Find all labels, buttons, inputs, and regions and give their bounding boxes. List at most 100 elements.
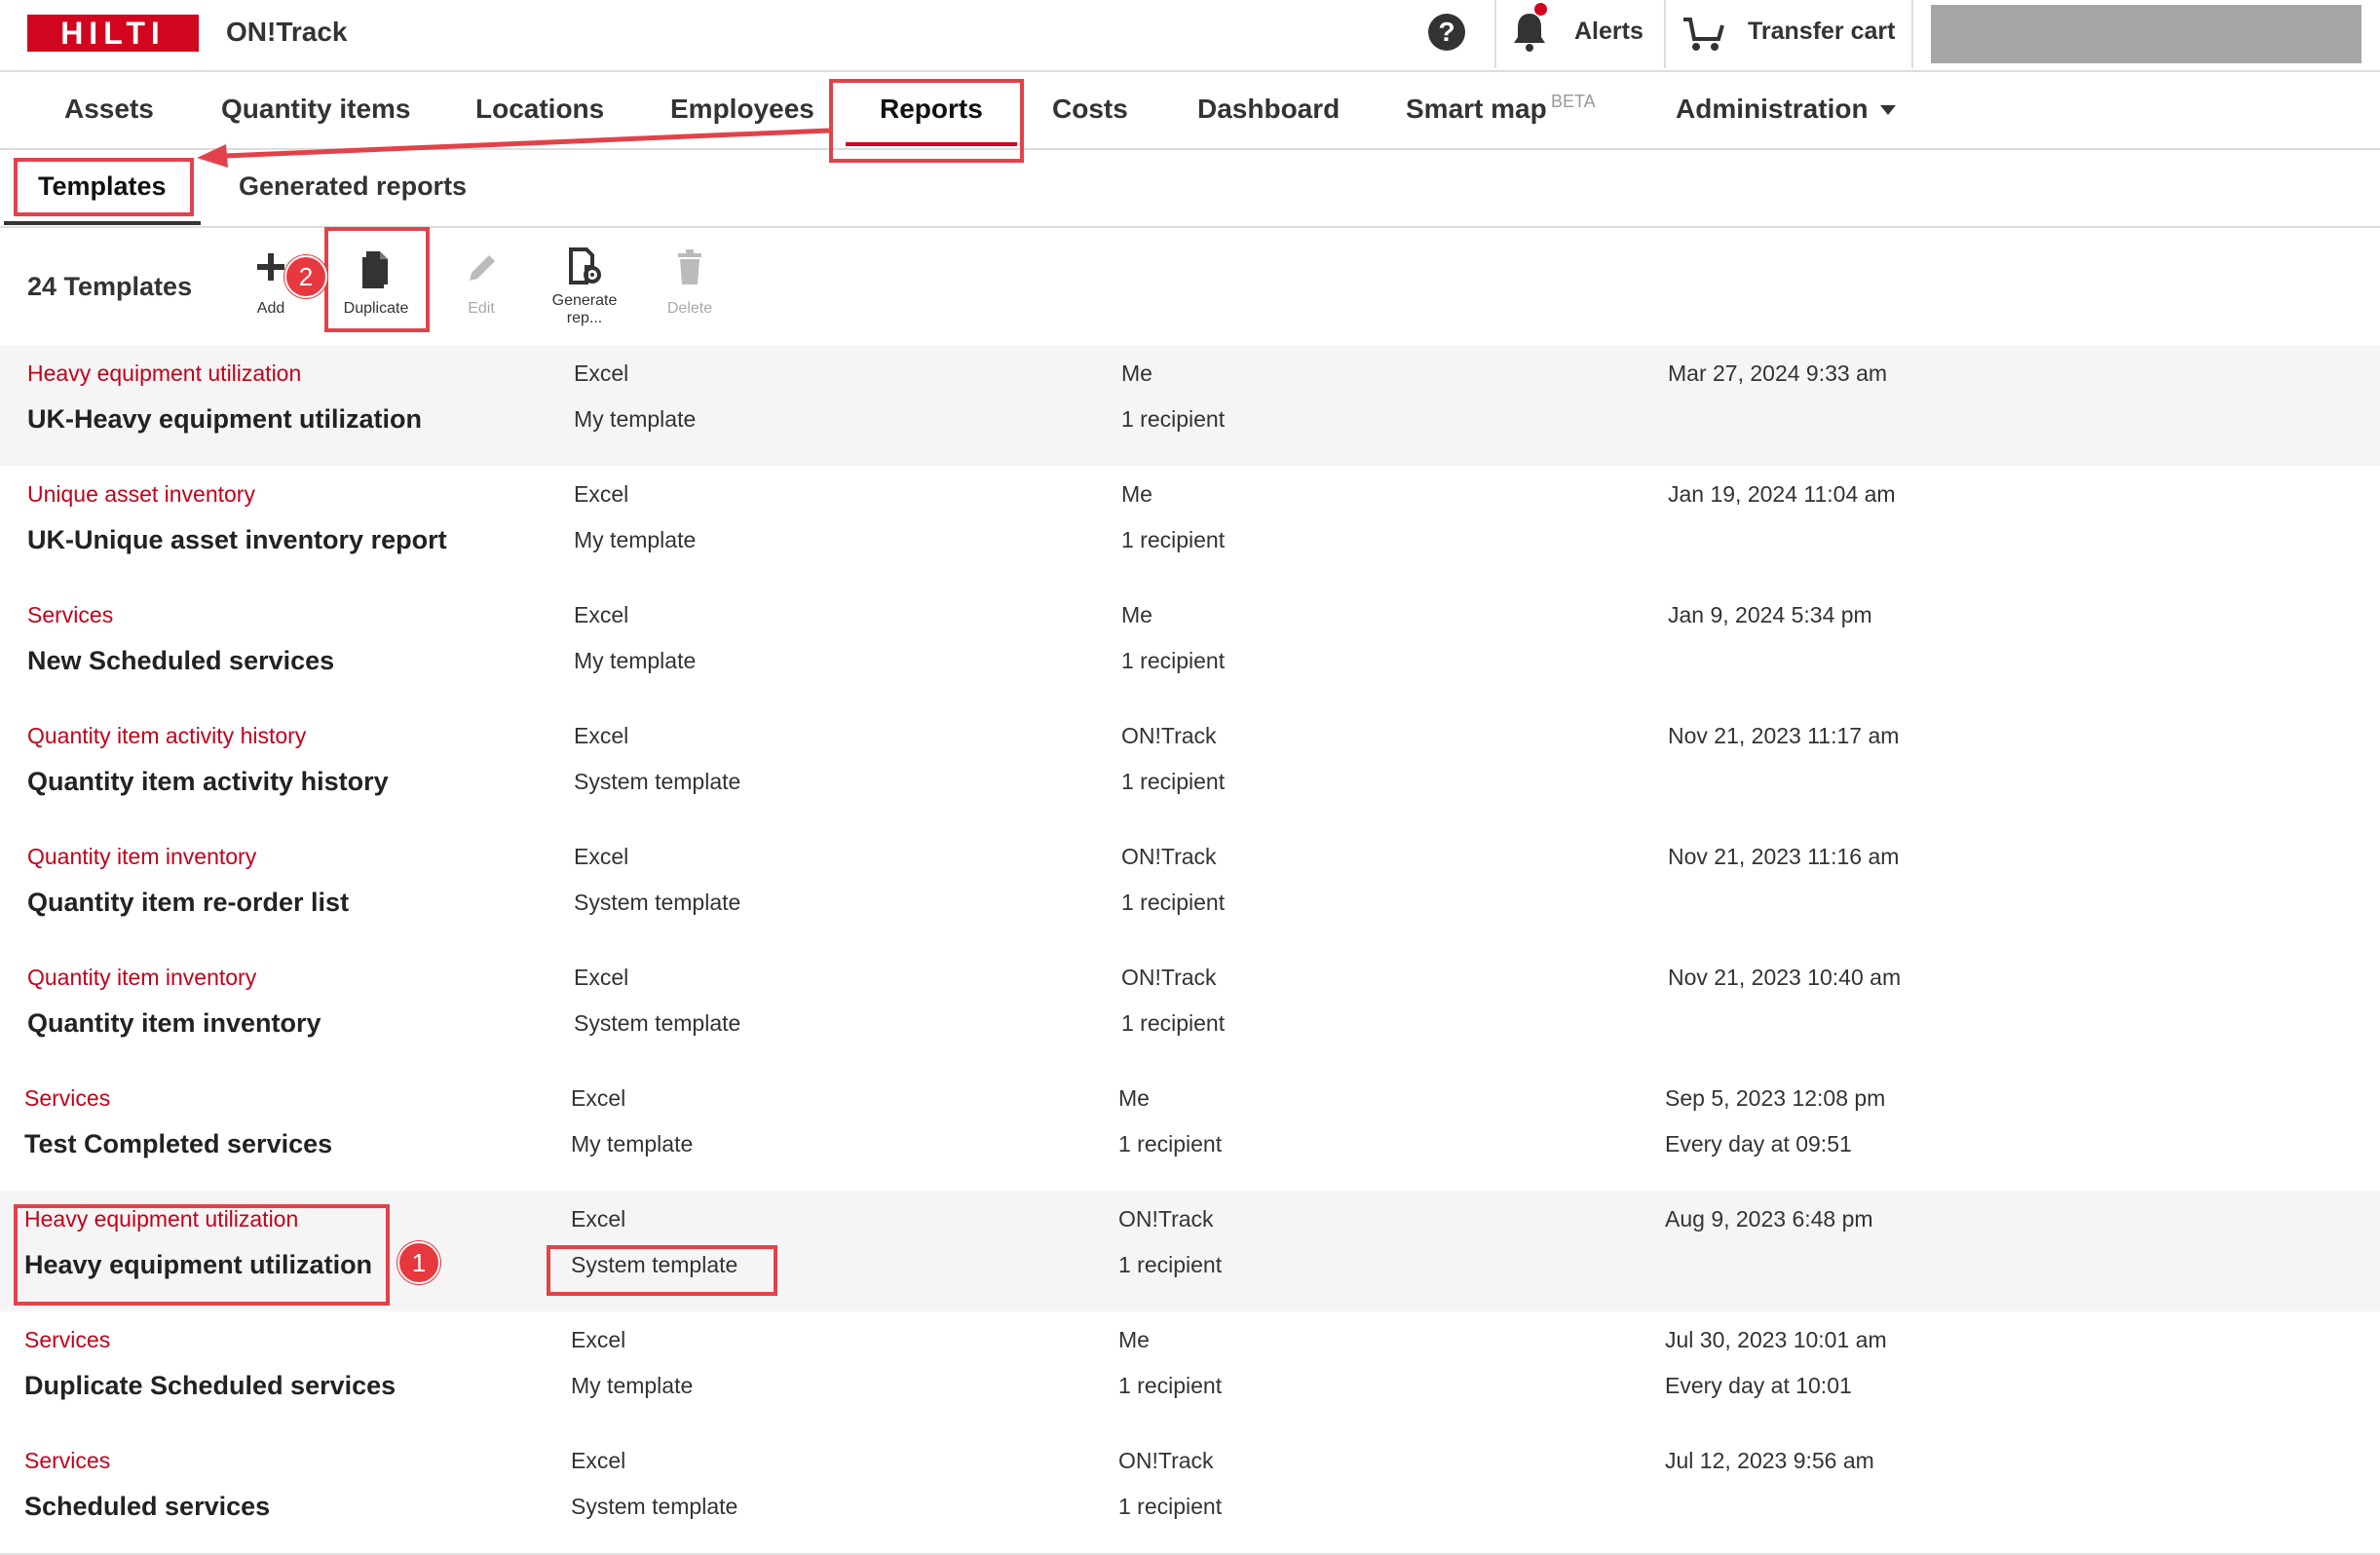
row-name[interactable]: Scheduled services: [24, 1492, 270, 1522]
nav-dashboard[interactable]: Dashboard: [1197, 94, 1340, 125]
chevron-down-icon[interactable]: [1880, 105, 1896, 115]
row-type-link[interactable]: Services: [27, 602, 113, 628]
table-row[interactable]: Services Test Completed services Excel My t…: [0, 1070, 2380, 1193]
row-template: System template: [574, 1010, 741, 1036]
row-type-link[interactable]: Heavy equipment utilization: [27, 360, 301, 387]
table-row[interactable]: Quantity item inventory Quantity item inv…: [0, 949, 2380, 1072]
callout-badge-1: 1: [397, 1241, 440, 1284]
row-name[interactable]: Quantity item inventory: [27, 1008, 321, 1039]
table-row[interactable]: Quantity item activity history Quantity i…: [0, 707, 2380, 830]
row-format: Excel: [571, 1327, 626, 1352]
row-type-link[interactable]: Quantity item inventory: [27, 844, 256, 870]
callout-badge-2: 2: [284, 255, 327, 298]
row-date: Mar 27, 2024 9:33 am: [1668, 360, 1888, 386]
row-type-link[interactable]: Services: [24, 1085, 110, 1112]
row-format: Excel: [571, 1085, 626, 1111]
row-date: Aug 9, 2023 6:48 pm: [1665, 1206, 1873, 1232]
row-owner: Me: [1118, 1327, 1150, 1352]
header-divider: [1664, 0, 1666, 68]
templates-highlight-box: [14, 158, 194, 216]
row-name[interactable]: Test Completed services: [24, 1129, 332, 1159]
row-template: System template: [574, 890, 741, 915]
row-type-link[interactable]: Quantity item activity history: [27, 723, 306, 749]
row-owner: Me: [1121, 481, 1152, 507]
bell-icon[interactable]: [1512, 12, 1547, 53]
add-label: Add: [256, 300, 285, 317]
user-menu[interactable]: [1931, 5, 2361, 63]
row-recipients: 1 recipient: [1118, 1252, 1223, 1277]
beta-badge: BETA: [1551, 92, 1596, 111]
row-date: Nov 21, 2023 10:40 am: [1668, 965, 1902, 990]
row-format: Excel: [571, 1448, 626, 1473]
hilti-logo[interactable]: HILTI: [27, 15, 199, 52]
row-template: My template: [574, 406, 697, 432]
row-type-link[interactable]: Unique asset inventory: [27, 481, 255, 508]
row-recipients: 1 recipient: [1118, 1494, 1223, 1519]
table-row[interactable]: Quantity item inventory Quantity item re-…: [0, 828, 2380, 951]
row-type-link[interactable]: Services: [24, 1448, 110, 1474]
row-owner: ON!Track: [1121, 723, 1217, 748]
tab-generated-reports[interactable]: Generated reports: [239, 171, 467, 202]
row-name[interactable]: UK-Unique asset inventory report: [27, 525, 447, 555]
delete-button[interactable]: Delete: [643, 240, 737, 337]
row-date: Sep 5, 2023 12:08 pm: [1665, 1085, 1886, 1111]
generate-report-button[interactable]: Generate rep...: [538, 240, 631, 337]
row-name[interactable]: Quantity item re-order list: [27, 888, 349, 918]
nav-assets[interactable]: Assets: [64, 94, 154, 125]
row-template: System template: [571, 1494, 738, 1519]
nav-quantity-items[interactable]: Quantity items: [221, 94, 410, 125]
row-name[interactable]: Quantity item activity history: [27, 767, 389, 797]
row-owner: ON!Track: [1121, 844, 1217, 869]
row-owner: Me: [1118, 1085, 1150, 1111]
edit-button[interactable]: Edit: [434, 240, 528, 337]
nav-costs[interactable]: Costs: [1052, 94, 1128, 125]
row-recipients: 1 recipient: [1121, 890, 1226, 915]
row-highlight-box: [14, 1204, 390, 1306]
row-format: Excel: [574, 602, 629, 627]
row-name[interactable]: UK-Heavy equipment utilization: [27, 404, 422, 435]
row-recipients: 1 recipient: [1121, 769, 1226, 794]
table-row[interactable]: Services New Scheduled services Excel My te…: [0, 587, 2380, 709]
row-date: Jan 9, 2024 5:34 pm: [1668, 602, 1872, 627]
row-type-link[interactable]: Services: [24, 1327, 110, 1353]
row-date: Jan 19, 2024 11:04 am: [1668, 481, 1896, 507]
edit-label: Edit: [468, 300, 495, 317]
row-template: My template: [574, 527, 697, 552]
row-date: Jul 12, 2023 9:56 am: [1665, 1448, 1874, 1473]
generate-label: Generate rep...: [551, 292, 618, 326]
row-schedule: Every day at 09:51: [1665, 1131, 1852, 1157]
row-type-link[interactable]: Quantity item inventory: [27, 965, 256, 991]
report-gear-icon: [569, 247, 601, 284]
table-row[interactable]: Services Duplicate Scheduled services Exce…: [0, 1311, 2380, 1434]
row-format: Excel: [574, 481, 629, 507]
row-name[interactable]: Duplicate Scheduled services: [24, 1371, 396, 1401]
row-owner: ON!Track: [1118, 1206, 1214, 1232]
trash-icon: [678, 249, 701, 284]
notification-dot: [1534, 3, 1547, 16]
active-subtab-indicator: [4, 221, 201, 225]
header-divider: [1911, 0, 1913, 68]
nav-locations[interactable]: Locations: [475, 94, 604, 125]
nav-smart-map[interactable]: Smart map: [1406, 94, 1547, 125]
row-format: Excel: [574, 723, 629, 748]
row-format: Excel: [574, 844, 629, 869]
table-row[interactable]: Heavy equipment utilization UK-Heavy equi…: [0, 345, 2380, 468]
row-name[interactable]: New Scheduled services: [27, 646, 334, 676]
transfer-cart-link[interactable]: Transfer cart: [1748, 18, 1895, 46]
nav-employees[interactable]: Employees: [670, 94, 814, 125]
nav-administration[interactable]: Administration: [1676, 94, 1869, 125]
cart-icon[interactable]: [1681, 14, 1724, 53]
alerts-link[interactable]: Alerts: [1574, 18, 1643, 46]
row-template: My template: [571, 1373, 694, 1398]
row-recipients: 1 recipient: [1118, 1131, 1223, 1157]
row-owner: Me: [1121, 360, 1152, 386]
header-divider: [1494, 0, 1496, 68]
table-row[interactable]: Services Scheduled services Excel System te…: [0, 1432, 2380, 1555]
svg-text:HILTI: HILTI: [60, 16, 166, 51]
template-highlight-box: [547, 1245, 777, 1296]
help-icon[interactable]: ?: [1428, 14, 1465, 51]
row-owner: ON!Track: [1118, 1448, 1214, 1473]
plus-icon: [257, 253, 284, 281]
table-row[interactable]: Unique asset inventory UK-Unique asset in…: [0, 466, 2380, 588]
row-recipients: 1 recipient: [1121, 406, 1226, 432]
